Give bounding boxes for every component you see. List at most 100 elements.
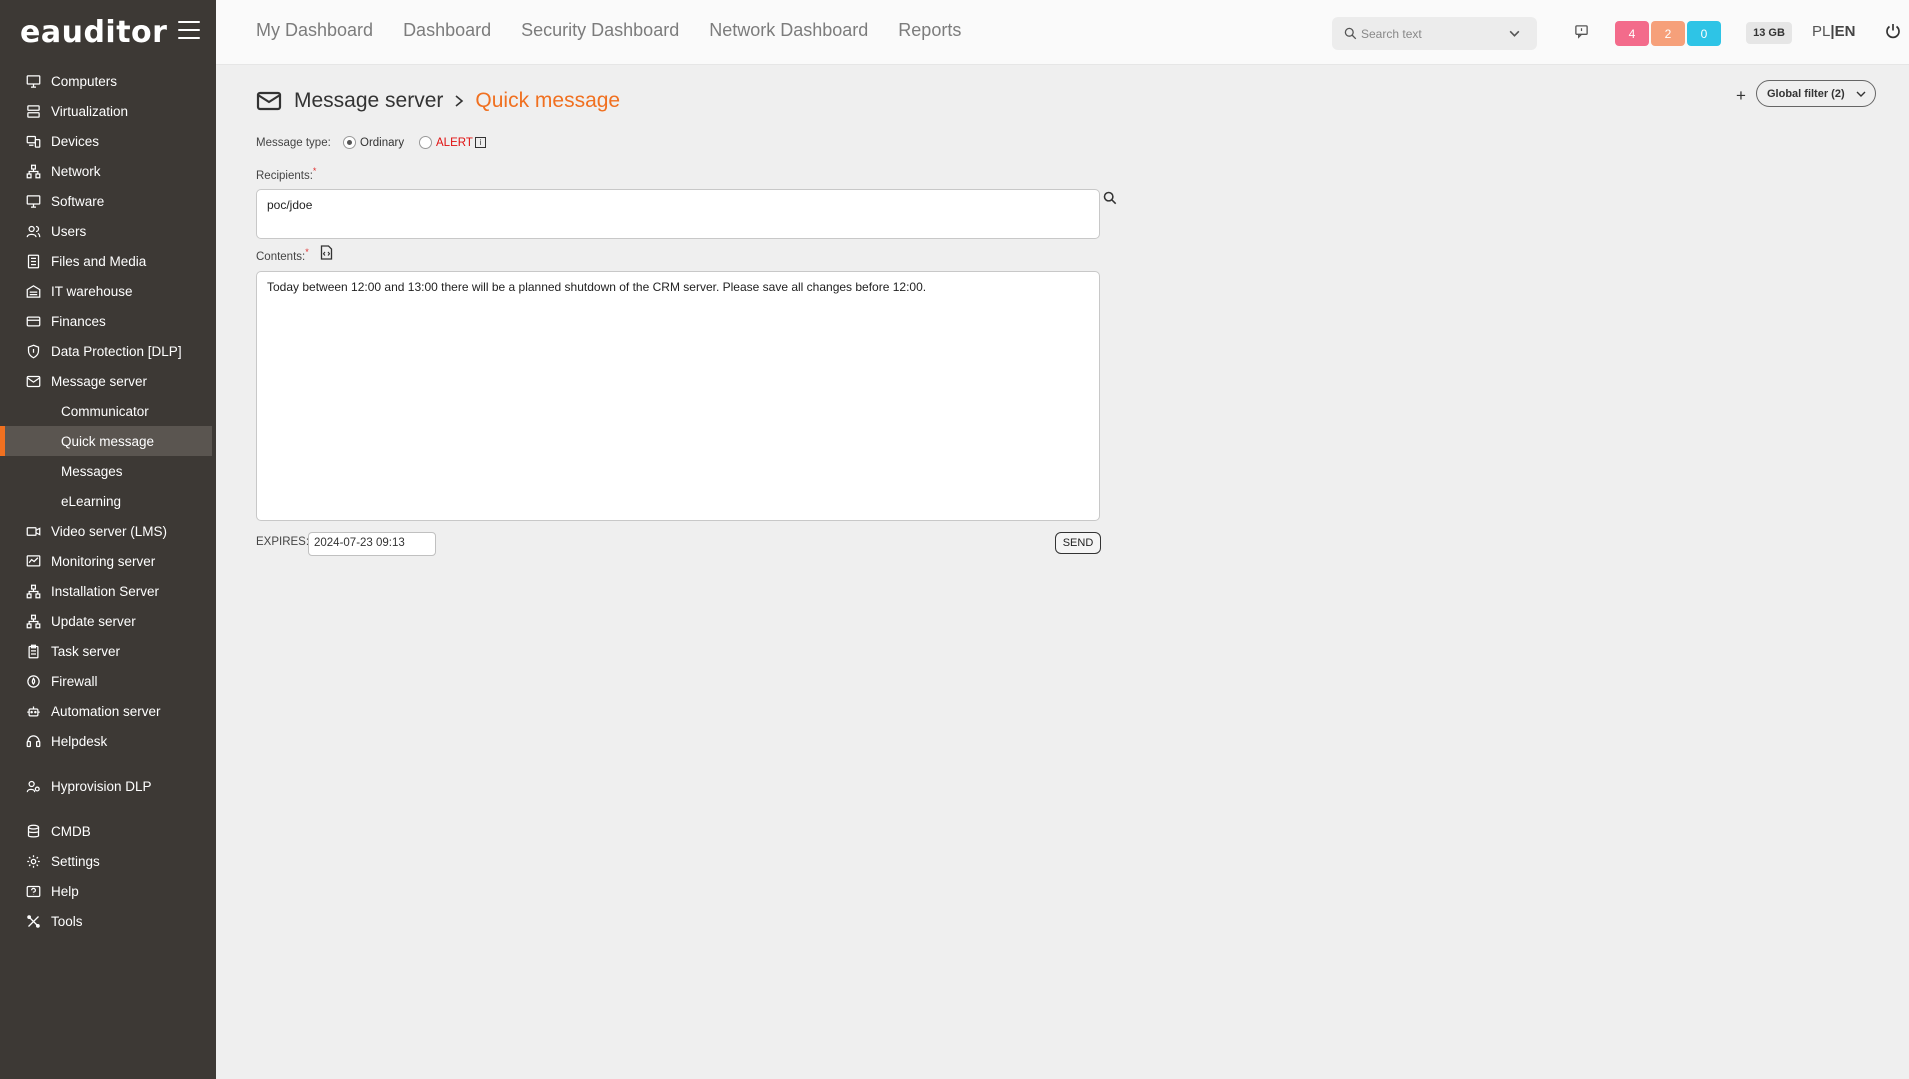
message-type-label: Message type: [256,137,331,149]
sidebar-item-automation-server[interactable]: Automation server [0,696,216,726]
sidebar-item-quick-message[interactable]: Quick message [0,426,212,456]
alert-badge-info[interactable]: 0 [1687,21,1721,46]
sidebar-item-communicator[interactable]: Communicator [0,396,216,426]
app-logo[interactable]: eauditor [20,14,167,50]
sidebar-item-label: Software [51,193,105,209]
warehouse-icon [24,283,42,299]
sidebar-item-files-and-media[interactable]: Files and Media [0,246,216,276]
sidebar-item-label: Settings [51,853,100,869]
lang-en[interactable]: EN [1835,23,1856,40]
sidebar-item-label: Help [51,883,79,899]
sidebar-item-helpdesk[interactable]: Helpdesk [0,726,216,756]
nav-my-dashboard[interactable]: My Dashboard [256,20,373,41]
sidebar-item-message-server[interactable]: Message server [0,366,216,396]
sidebar-item-label: Network [51,163,101,179]
sidebar-item-label: Devices [51,133,100,149]
monitor-icon [24,73,42,89]
power-icon[interactable] [1884,22,1902,40]
add-filter-button[interactable]: + [1736,86,1746,106]
network-icon [24,163,42,179]
sidebar-item-devices[interactable]: Devices [0,126,216,156]
mail-icon [24,373,42,389]
sidebar-item-task-server[interactable]: Task server [0,636,216,666]
server-icon [24,103,42,119]
robot-icon [24,703,42,719]
radio-ordinary[interactable]: Ordinary [343,136,404,149]
sidebar-item-computers[interactable]: Computers [0,66,216,96]
sidebar-item-monitoring-server[interactable]: Monitoring server [0,546,216,576]
sidebar-item-messages[interactable]: Messages [0,456,216,486]
sidebar-item-update-server[interactable]: Update server [0,606,216,636]
sidebar-item-network[interactable]: Network [0,156,216,186]
sidebar-item-firewall[interactable]: Firewall [0,666,216,696]
send-button[interactable]: SEND [1055,532,1101,554]
sidebar-item-label: eLearning [61,493,122,509]
language-switch: PL|EN [1812,23,1855,40]
nav-dashboard[interactable]: Dashboard [403,20,491,41]
nav-reports[interactable]: Reports [898,20,961,41]
sidebar-nav: Computers Virtualization Devices Network Sof… [0,66,216,936]
sidebar-item-help[interactable]: Help [0,876,216,906]
network-icon [24,613,42,629]
sidebar: eauditor Computers Virtualization Devices N… [0,0,216,1079]
nav-network-dashboard[interactable]: Network Dashboard [709,20,868,41]
sidebar-item-cmdb[interactable]: CMDB [0,816,216,846]
mail-icon [256,91,282,111]
menu-toggle-icon[interactable] [178,21,200,39]
sidebar-item-elearning[interactable]: eLearning [0,486,216,516]
devices-icon [24,133,42,149]
contents-textarea[interactable]: Today between 12:00 and 13:00 there will… [256,271,1100,521]
sidebar-item-software[interactable]: Software [0,186,216,216]
recipients-field[interactable]: poc/jdoe [256,189,1100,239]
chat-icon[interactable] [1574,24,1589,39]
radio-alert[interactable]: ALERT i [419,136,486,149]
radio-ordinary-circle[interactable] [343,136,356,149]
sidebar-item-label: Data Protection [DLP] [51,343,182,359]
sidebar-item-label: Monitoring server [51,553,156,569]
info-icon[interactable]: i [474,137,486,148]
search-box[interactable]: Search text [1332,17,1537,50]
fire-icon [24,673,42,689]
chevron-down-icon[interactable] [1508,27,1521,40]
template-document-icon[interactable] [320,245,333,260]
global-filter-button[interactable]: Global filter (2) [1756,80,1876,107]
sidebar-item-finances[interactable]: Finances [0,306,216,336]
gear-icon [24,853,42,869]
alert-badge-critical[interactable]: 4 [1615,21,1649,46]
sidebar-item-hyprovision-dlp[interactable]: Hyprovision DLP [0,771,216,801]
sidebar-item-label: Helpdesk [51,733,108,749]
user-key-icon [24,778,42,794]
sidebar-item-label: Computers [51,73,118,89]
sidebar-item-data-protection-dlp[interactable]: Data Protection [DLP] [0,336,216,366]
help-icon [24,883,42,899]
lang-pl[interactable]: PL [1812,23,1830,40]
sidebar-item-tools[interactable]: Tools [0,906,216,936]
alert-badge-warning[interactable]: 2 [1651,21,1685,46]
breadcrumb-parent[interactable]: Message server [294,89,443,113]
sidebar-item-video-server-lms[interactable]: Video server (LMS) [0,516,216,546]
radio-alert-label: ALERT [436,136,473,149]
sidebar-item-it-warehouse[interactable]: IT warehouse [0,276,216,306]
sidebar-item-label: Message server [51,373,148,389]
sidebar-item-label: CMDB [51,823,91,839]
breadcrumb-current: Quick message [475,89,621,112]
sidebar-item-virtualization[interactable]: Virtualization [0,96,216,126]
users-icon [24,223,42,239]
nav-security-dashboard[interactable]: Security Dashboard [521,20,679,41]
sidebar-item-settings[interactable]: Settings [0,846,216,876]
global-filter-label: Global filter (2) [1767,87,1845,100]
sidebar-item-label: Automation server [51,703,161,719]
sidebar-item-installation-server[interactable]: Installation Server [0,576,216,606]
search-recipients-icon[interactable] [1103,191,1117,205]
radio-alert-circle[interactable] [419,136,432,149]
sidebar-item-label: Quick message [61,433,155,449]
top-nav: My Dashboard Dashboard Security Dashboar… [256,20,961,41]
sidebar-item-users[interactable]: Users [0,216,216,246]
top-bar: My Dashboard Dashboard Security Dashboar… [216,0,1909,65]
clipboard-icon [24,643,42,659]
expires-input[interactable]: 2024-07-23 09:13 [308,532,436,556]
sidebar-item-label: Video server (LMS) [51,523,168,539]
sidebar-item-label: Update server [51,613,136,629]
search-icon [1344,27,1357,40]
